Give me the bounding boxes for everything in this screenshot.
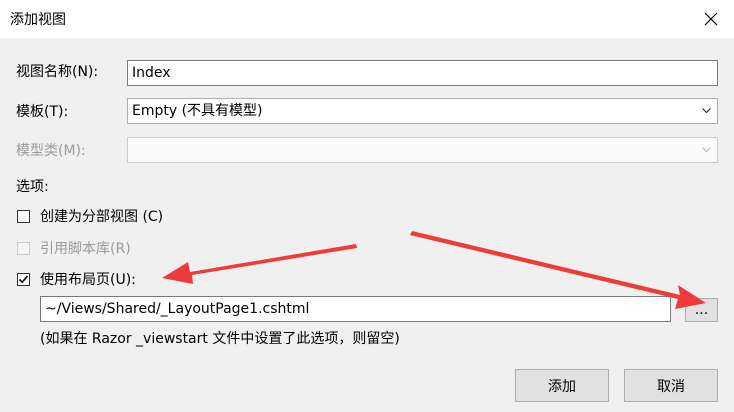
dialog-title: 添加视图 <box>10 12 66 28</box>
title-bar: 添加视图 <box>0 0 734 38</box>
view-name-label: 视图名称(N): <box>16 64 99 80</box>
chevron-down-icon <box>702 108 711 114</box>
layout-path-input[interactable]: ~/Views/Shared/_LayoutPage1.cshtml <box>40 296 671 322</box>
layout-hint: (如果在 Razor _viewstart 文件中设置了此选项，则留空) <box>40 331 400 347</box>
annotation-arrow-to-checkbox <box>162 244 357 284</box>
model-class-select[interactable] <box>127 137 718 163</box>
create-partial-label[interactable]: 创建为分部视图 (C) <box>40 208 163 226</box>
reference-scripts-label[interactable]: 引用脚本库(R) <box>40 240 131 258</box>
browse-button[interactable]: ... <box>685 298 718 322</box>
close-button[interactable] <box>688 0 734 38</box>
template-selected-value: Empty (不具有模型) <box>132 103 263 119</box>
chevron-down-icon <box>702 147 711 153</box>
options-label: 选项: <box>16 179 49 195</box>
template-label: 模板(T): <box>16 104 69 120</box>
template-select[interactable]: Empty (不具有模型) <box>127 98 718 124</box>
create-partial-checkbox[interactable] <box>17 210 30 223</box>
checkmark-icon <box>18 275 29 284</box>
close-icon <box>704 12 718 26</box>
add-button[interactable]: 添加 <box>515 369 609 402</box>
cancel-button[interactable]: 取消 <box>624 369 718 402</box>
use-layout-checkbox[interactable] <box>17 273 30 286</box>
view-name-input[interactable]: Index <box>127 60 718 86</box>
model-class-label: 模型类(M): <box>16 143 86 159</box>
use-layout-label[interactable]: 使用布局页(U): <box>40 271 136 289</box>
reference-scripts-checkbox[interactable] <box>17 242 30 255</box>
